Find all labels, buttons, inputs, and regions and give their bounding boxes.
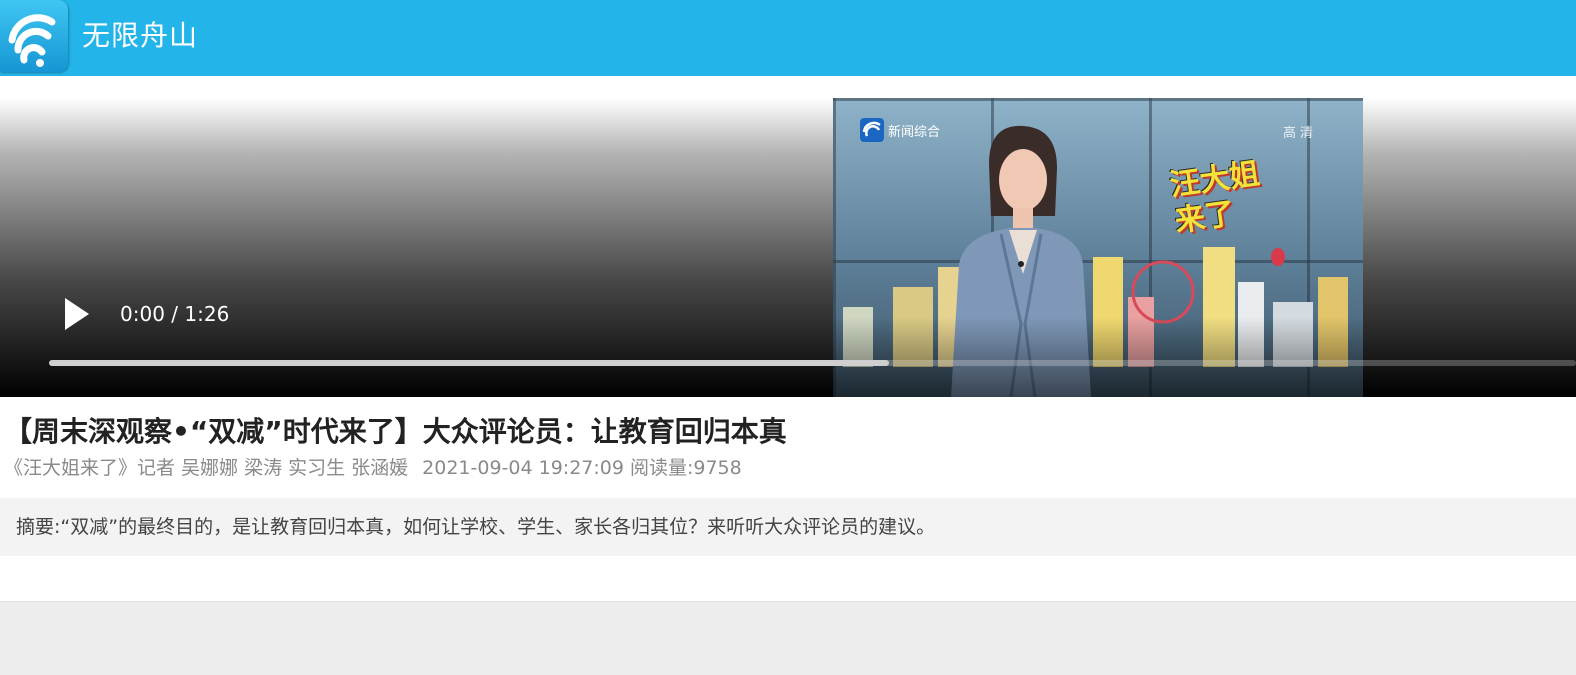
article-title: 【周末深观察•“双减”时代来了】大众评论员：让教育回归本真 (4, 415, 787, 448)
app-header: 无限舟山 (0, 0, 1576, 76)
wifi-signal-icon (8, 14, 56, 67)
article-views: 阅读量:9758 (630, 457, 742, 479)
video-player[interactable]: 新闻综合 高清 汪大姐 来了 0:00 / 1:26 (0, 98, 1576, 397)
channel-mark-icon (860, 118, 884, 142)
video-frame[interactable]: 新闻综合 高清 汪大姐 来了 (833, 98, 1363, 397)
video-bottom-shade (833, 317, 1363, 397)
progress-bar[interactable] (49, 360, 1576, 366)
app-logo[interactable] (0, 0, 68, 72)
summary-label: 摘要: (16, 516, 61, 538)
views-count: 9758 (693, 457, 742, 479)
duration: 1:26 (184, 302, 230, 326)
time-display: 0:00 / 1:26 (120, 300, 229, 328)
views-label: 阅读量: (629, 457, 694, 479)
page: 无限舟山 新闻综合 高清 汪大姐 来了 0:00 / 1:26 【周末深观察•“… (0, 0, 1576, 675)
channel-label: 新闻综合 (888, 124, 941, 140)
play-button[interactable] (58, 296, 94, 332)
article-summary: 摘要:“双减”的最终目的，是让教育回归本真，如何让学校、学生、家长各归其位？来听… (0, 498, 1576, 556)
play-icon (65, 298, 89, 330)
app-title: 无限舟山 (82, 19, 199, 52)
hd-badge: 高清 (1282, 126, 1317, 141)
channel-logo: 新闻综合 (860, 118, 940, 142)
article-byline: 《汪大姐来了》记者 吴娜娜 梁涛 实习生 张涵媛 (4, 457, 409, 479)
time-separator: / (164, 302, 185, 326)
summary-text: “双减”的最终目的，是让教育回归本真，如何让学校、学生、家长各归其位？来听听大众… (60, 516, 936, 538)
article-date: 2021-09-04 19:27:09 (422, 457, 624, 479)
progress-buffered (49, 360, 889, 366)
content-divider (0, 601, 1576, 602)
current-time: 0:00 (120, 302, 165, 326)
show-logo: 汪大姐 来了 (1168, 156, 1271, 250)
article-meta: 《汪大姐来了》记者 吴娜娜 梁涛 实习生 张涵媛 2021-09-04 19:27… (4, 454, 742, 482)
